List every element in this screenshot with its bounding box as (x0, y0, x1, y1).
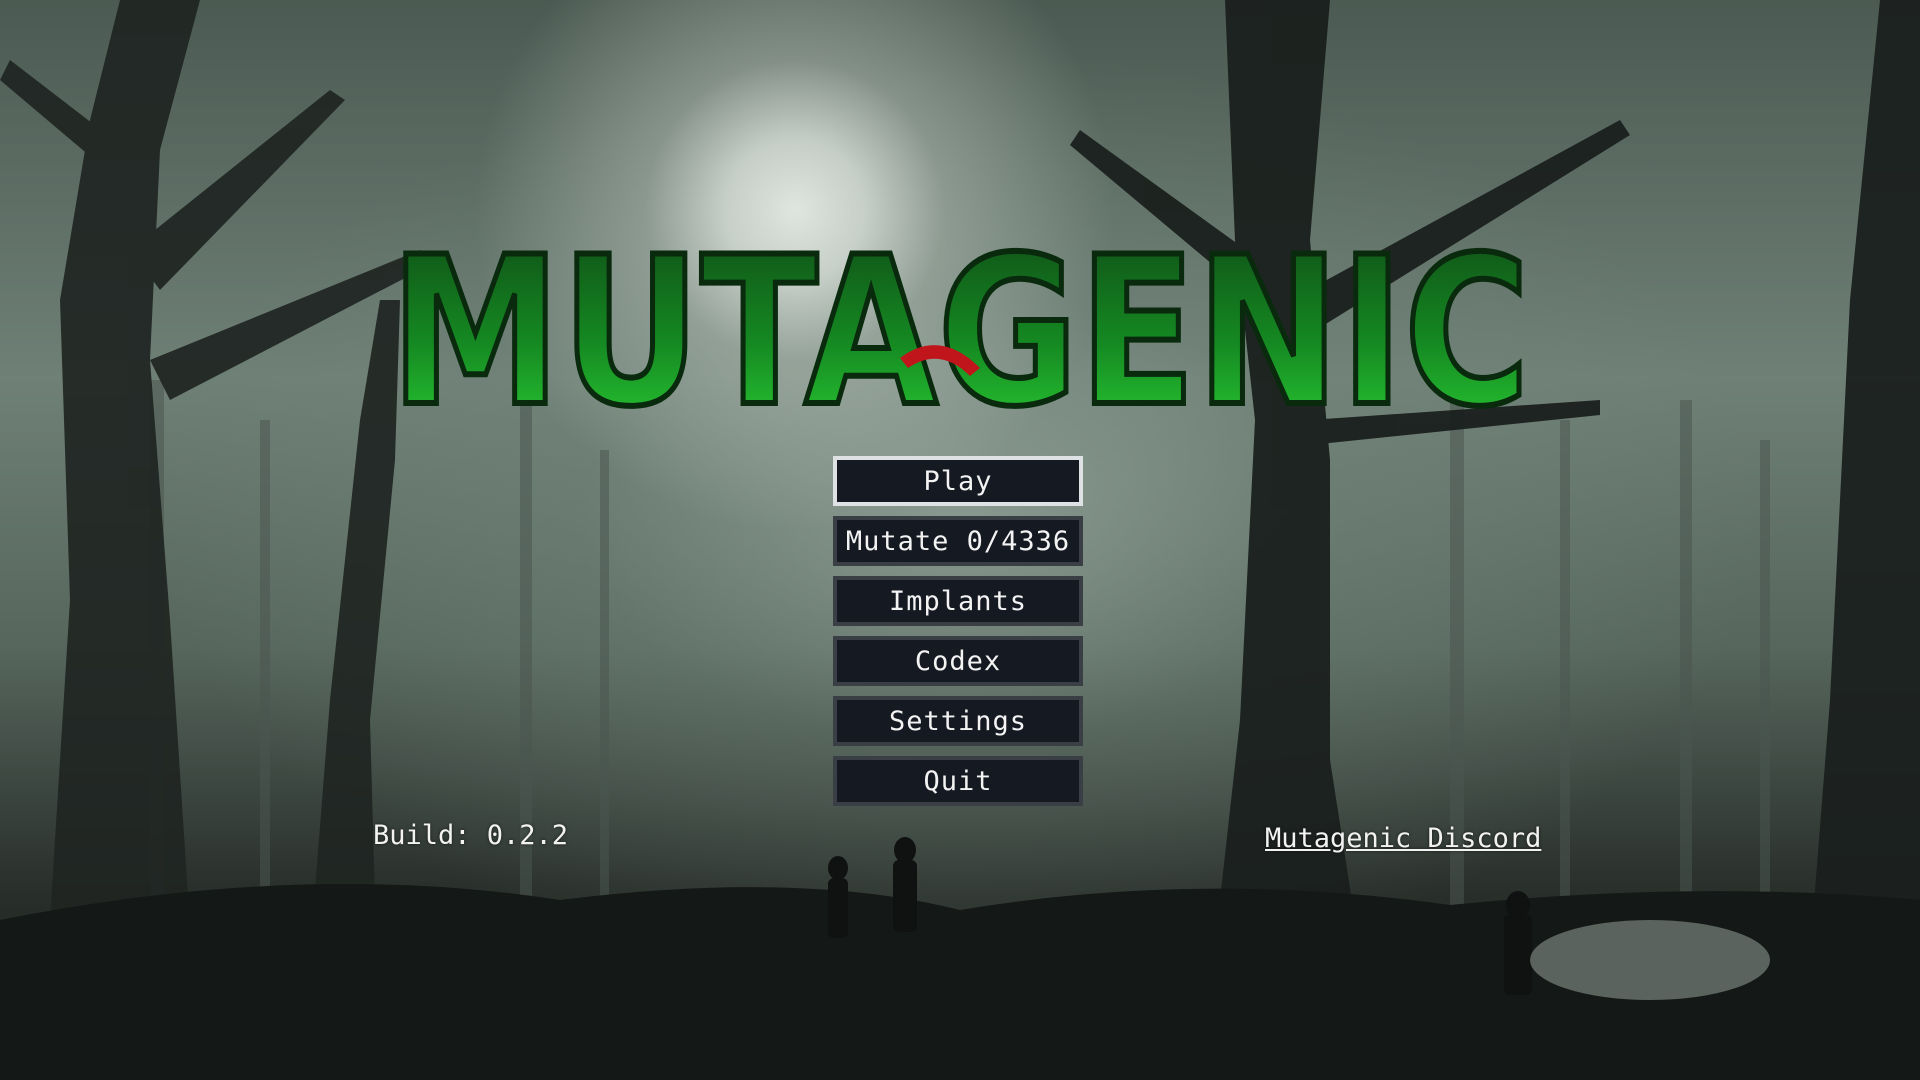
mutate-button[interactable]: Mutate 0/4336 (833, 516, 1083, 566)
play-button[interactable]: Play (833, 456, 1083, 506)
quit-button[interactable]: Quit (833, 756, 1083, 806)
implants-button[interactable]: Implants (833, 576, 1083, 626)
settings-button[interactable]: Settings (833, 696, 1083, 746)
build-version: Build: 0.2.2 (373, 820, 569, 851)
codex-button[interactable]: Codex (833, 636, 1083, 686)
game-title-text: MUTAGENIC (390, 218, 1530, 438)
discord-link[interactable]: Mutagenic Discord (1265, 823, 1541, 854)
game-title-logo: MUTAGENIC (387, 218, 1533, 438)
main-menu: Play Mutate 0/4336 Implants Codex Settin… (833, 456, 1083, 806)
